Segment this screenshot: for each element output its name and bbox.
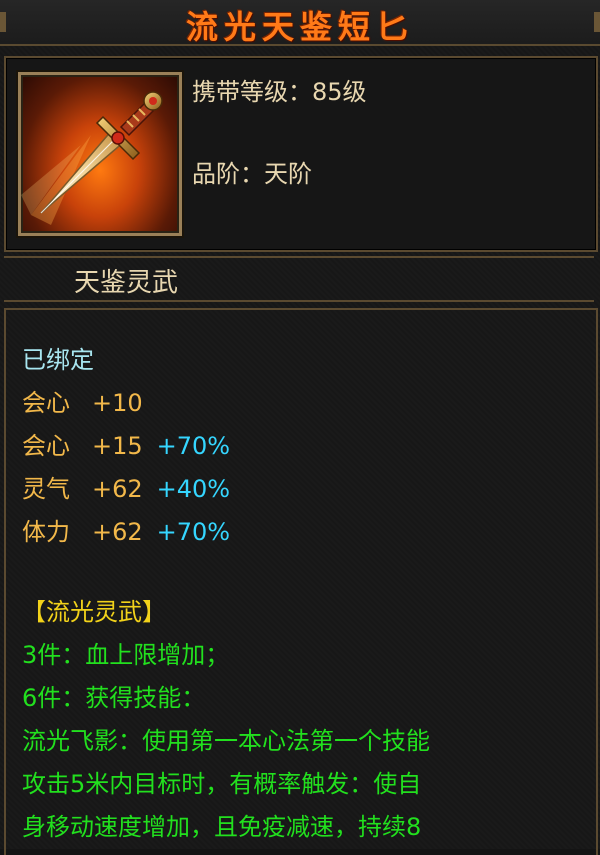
stat-name: 会心	[22, 389, 70, 417]
set-effect-line: 6件：获得技能：	[22, 684, 206, 712]
stat-value: +10	[92, 389, 143, 417]
stat-percent: +40%	[156, 475, 231, 503]
golden-dagger-icon	[18, 72, 182, 236]
stat-value: +15	[92, 432, 143, 460]
set-effect-line: 攻击5米内目标时，有概率触发：使自	[22, 770, 422, 798]
set-effect-line: 流光飞影：使用第一本心法第一个技能	[22, 727, 430, 755]
stat-name: 体力	[22, 518, 70, 546]
carry-level-label: 携带等级：	[192, 78, 312, 106]
stat-percent: +70%	[156, 518, 231, 546]
title-bar: 流光天鉴短匕	[0, 0, 600, 46]
stat-name: 会心	[22, 432, 70, 460]
stat-percent: +70%	[156, 432, 231, 460]
set-name-bar: 天鉴灵武	[4, 256, 594, 302]
stat-row: 灵气 +62 +40%	[22, 469, 230, 504]
stat-row: 会心 +15 +70%	[22, 426, 230, 461]
item-grade-label: 品阶：	[192, 160, 264, 188]
set-effect-line: 身移动速度增加，且免疫减速，持续8	[22, 813, 422, 841]
stat-name: 灵气	[22, 475, 70, 503]
bound-status: 已绑定	[22, 346, 94, 374]
item-header-panel: 携带等级：85级 品阶：天阶	[4, 56, 598, 252]
stat-row: 体力 +62 +70%	[22, 512, 230, 547]
item-grade-value: 天阶	[264, 160, 312, 188]
item-name: 流光天鉴短匕	[185, 8, 414, 46]
set-bonus-title: 【流光灵武】	[22, 598, 166, 626]
stat-value: +62	[92, 475, 143, 503]
stat-row: 会心 +10	[22, 383, 157, 418]
set-name: 天鉴灵武	[74, 268, 179, 298]
item-tooltip: 流光天鉴短匕 携带等级：85级 品阶：天阶 天鉴灵武 已绑定 会心 +10 会心…	[0, 0, 600, 855]
stat-value: +62	[92, 518, 143, 546]
carry-level: 携带等级：85级	[192, 72, 367, 107]
carry-level-value: 85级	[312, 78, 367, 106]
item-grade: 品阶：天阶	[192, 154, 312, 189]
stats-panel: 已绑定 会心 +10 会心 +15 +70% 灵气 +62 +40% 体力 +62 +70% …	[4, 308, 598, 855]
set-effect-line: 3件：血上限增加；	[22, 641, 230, 669]
